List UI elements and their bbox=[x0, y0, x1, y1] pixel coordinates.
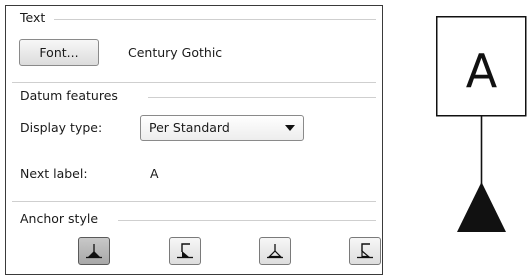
anchor-option-open-triangle[interactable] bbox=[259, 237, 291, 265]
next-label-label: Next label: bbox=[20, 166, 88, 181]
section-divider bbox=[12, 201, 376, 202]
font-button-label: Font... bbox=[39, 45, 79, 60]
anchor-flag-icon bbox=[177, 243, 193, 259]
text-group-title: Text bbox=[20, 10, 50, 25]
anchor-group-divider bbox=[118, 220, 376, 221]
anchor-option-open-flag[interactable] bbox=[349, 237, 381, 265]
anchor-filled-triangle-icon bbox=[86, 244, 102, 259]
display-type-select[interactable]: Per Standard bbox=[140, 115, 304, 141]
anchor-open-flag-icon bbox=[357, 243, 373, 259]
datum-label-text: A bbox=[466, 44, 498, 98]
next-label-value: A bbox=[150, 166, 159, 181]
datum-filled-triangle-icon bbox=[457, 182, 506, 232]
datum-symbol-preview: A bbox=[436, 6, 528, 240]
text-group-divider bbox=[54, 19, 376, 20]
font-name: Century Gothic bbox=[128, 45, 223, 60]
datum-group-divider bbox=[148, 97, 376, 98]
anchor-option-flag[interactable] bbox=[169, 237, 201, 265]
datum-features-title: Datum features bbox=[20, 88, 122, 103]
chevron-down-icon bbox=[285, 125, 295, 131]
display-type-label: Display type: bbox=[20, 120, 103, 135]
anchor-style-title: Anchor style bbox=[20, 211, 103, 226]
datum-properties-panel: Text Font... Century Gothic Datum featur… bbox=[5, 5, 383, 275]
font-button[interactable]: Font... bbox=[19, 39, 99, 66]
display-type-value: Per Standard bbox=[149, 120, 230, 135]
anchor-open-triangle-icon bbox=[267, 244, 283, 259]
anchor-option-filled-triangle[interactable] bbox=[78, 237, 110, 265]
datum-symbol-graphic: A bbox=[436, 16, 527, 232]
section-divider bbox=[12, 82, 376, 83]
